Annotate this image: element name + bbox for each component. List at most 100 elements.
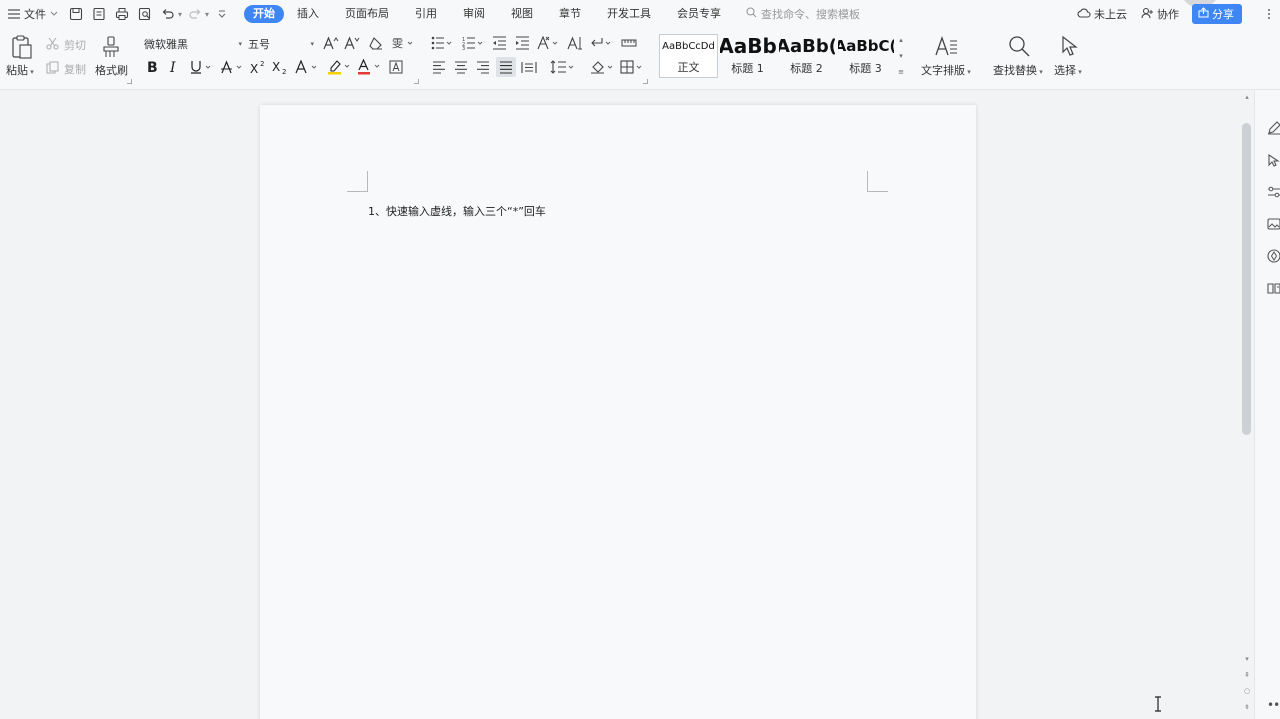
increase-indent-icon[interactable]: [514, 35, 530, 51]
collaborate-button[interactable]: 协作: [1134, 6, 1186, 22]
style-gallery: AaBbCcDd 正文 AaBb 标题 1 AaBb(标题 2 AaBbC(标题 3: [659, 34, 907, 78]
show-marks-icon[interactable]: [566, 35, 584, 51]
tab-7[interactable]: 开发工具: [594, 5, 664, 23]
adjust-settings-icon[interactable]: [1266, 184, 1280, 200]
pen-edit-icon[interactable]: [1266, 120, 1280, 136]
character-border-icon[interactable]: [388, 59, 404, 75]
pointer-select-icon[interactable]: [1266, 152, 1280, 168]
chevron-up-icon[interactable]: ▴: [899, 36, 903, 44]
scroll-down-icon[interactable]: ▾: [1242, 654, 1252, 664]
text-effect-icon[interactable]: [294, 59, 322, 75]
highlight-icon[interactable]: [326, 59, 354, 75]
vertical-scrollbar[interactable]: ▴ ▾ ⇞ ○ ⇟: [1240, 90, 1254, 719]
magnifier-icon[interactable]: [1006, 34, 1032, 58]
line-spacing-icon[interactable]: [549, 59, 577, 75]
font-size-select[interactable]: 五号 ▾: [244, 34, 318, 54]
paste-button[interactable]: 粘贴 ▾: [6, 62, 34, 78]
tab-stops-icon[interactable]: [620, 35, 638, 51]
italic-icon[interactable]: I: [167, 59, 183, 75]
scrollbar-thumb[interactable]: [1242, 123, 1251, 435]
document-page[interactable]: 1、快速输入虚线，输入三个“*”回车: [260, 105, 976, 719]
print-preview-icon[interactable]: [135, 4, 155, 24]
wps-writer-window: 文件 ▾ ▾ 开始 插入 页面布局 引用 审阅 视图 章节 开发工具 会员专享 …: [0, 0, 1280, 719]
paragraph-group-launcher[interactable]: [643, 79, 648, 84]
align-center-icon[interactable]: [453, 59, 469, 75]
font-color-icon[interactable]: [356, 59, 384, 75]
scroll-up-icon[interactable]: ▴: [1242, 92, 1252, 102]
select-browse-object-icon[interactable]: ○: [1242, 686, 1252, 696]
redo-dropdown-icon[interactable]: ▾: [205, 10, 209, 19]
style-item[interactable]: AaBbC(标题 3: [836, 34, 895, 78]
font-name-select[interactable]: 微软雅黑 ▾: [140, 34, 246, 54]
clipboard-group-launcher[interactable]: [127, 79, 132, 84]
cursor-select-icon[interactable]: [1058, 34, 1080, 58]
grow-font-icon[interactable]: [323, 35, 339, 51]
next-page-icon[interactable]: ⇟: [1242, 702, 1252, 712]
line-break-icon[interactable]: [589, 35, 615, 51]
underline-icon[interactable]: [189, 59, 215, 75]
find-replace-button[interactable]: 查找替换 ▾: [993, 62, 1043, 78]
format-painter-label[interactable]: 格式刷: [95, 62, 128, 78]
save-icon[interactable]: [66, 4, 86, 24]
more-vertical-icon[interactable]: [1258, 8, 1280, 20]
style-item[interactable]: AaBb(标题 2: [777, 34, 836, 78]
style-gallery-scroller[interactable]: ▴ ▾ ≡: [895, 36, 907, 76]
cut-button[interactable]: 剪切: [64, 37, 86, 53]
strikethrough-icon[interactable]: [220, 59, 246, 75]
align-left-icon[interactable]: [431, 59, 447, 75]
tab-6[interactable]: 章节: [546, 5, 594, 23]
chinese-layout-icon[interactable]: [536, 35, 562, 51]
bold-icon[interactable]: B: [145, 59, 161, 75]
decrease-indent-icon[interactable]: [491, 35, 507, 51]
phonetic-guide-icon[interactable]: 雯: [391, 35, 415, 51]
redo-icon[interactable]: [185, 4, 205, 24]
command-search[interactable]: 查找命令、搜索模板: [746, 6, 860, 22]
export-pdf-icon[interactable]: [89, 4, 109, 24]
distribute-icon[interactable]: [520, 59, 538, 75]
tab-0[interactable]: 开始: [244, 5, 285, 23]
chevron-down-icon[interactable]: ▾: [899, 52, 903, 60]
justify-icon[interactable]: [496, 57, 516, 77]
more-horizontal-icon[interactable]: •••: [1267, 698, 1280, 712]
file-menu[interactable]: 文件: [0, 0, 64, 28]
share-icon: [1198, 7, 1209, 21]
copy-button[interactable]: 复制: [64, 61, 86, 77]
tab-2[interactable]: 页面布局: [332, 5, 402, 23]
document-paragraph[interactable]: 1、快速输入虚线，输入三个“*”回车: [368, 203, 546, 219]
location-pin-icon[interactable]: [1266, 248, 1280, 264]
subscript-icon[interactable]: X2: [272, 59, 290, 75]
borders-icon[interactable]: [619, 59, 647, 75]
shading-icon[interactable]: [589, 59, 617, 75]
undo-icon[interactable]: [158, 4, 178, 24]
bullet-list-icon[interactable]: [430, 35, 456, 51]
format-painter-icon[interactable]: [99, 34, 123, 60]
undo-dropdown-icon[interactable]: ▾: [178, 10, 182, 19]
style-item[interactable]: AaBb 标题 1: [718, 34, 777, 78]
text-layout-button[interactable]: 文字排版 ▾: [921, 62, 971, 78]
style-item[interactable]: AaBbCcDd 正文: [659, 34, 718, 78]
tab-1[interactable]: 插入: [284, 5, 332, 23]
select-button[interactable]: 选择 ▾: [1054, 62, 1082, 78]
superscript-icon[interactable]: X2: [250, 59, 268, 75]
picture-tools-icon[interactable]: [1266, 216, 1280, 232]
book-reading-icon[interactable]: [1266, 280, 1280, 296]
tab-3[interactable]: 引用: [402, 5, 450, 23]
text-layout-icon[interactable]: [933, 34, 959, 58]
print-icon[interactable]: [112, 4, 132, 24]
share-button[interactable]: 分享: [1192, 4, 1242, 24]
chevron-down-icon: ▾: [1076, 68, 1082, 76]
paste-icon[interactable]: [10, 34, 34, 60]
tab-8[interactable]: 会员专享: [664, 5, 734, 23]
cloud-status-button[interactable]: 未上云: [1070, 6, 1134, 22]
tab-4[interactable]: 审阅: [450, 5, 498, 23]
shrink-font-icon[interactable]: [344, 35, 360, 51]
tab-5[interactable]: 视图: [498, 5, 546, 23]
previous-page-icon[interactable]: ⇞: [1242, 670, 1252, 680]
expand-gallery-icon[interactable]: ≡: [898, 68, 904, 76]
align-right-icon[interactable]: [475, 59, 491, 75]
clear-format-icon[interactable]: [367, 35, 385, 51]
find-replace-label: 查找替换: [993, 64, 1037, 77]
customize-caret-icon[interactable]: [212, 4, 232, 24]
font-group-launcher[interactable]: [414, 79, 419, 84]
numbered-list-icon[interactable]: 123: [461, 35, 487, 51]
